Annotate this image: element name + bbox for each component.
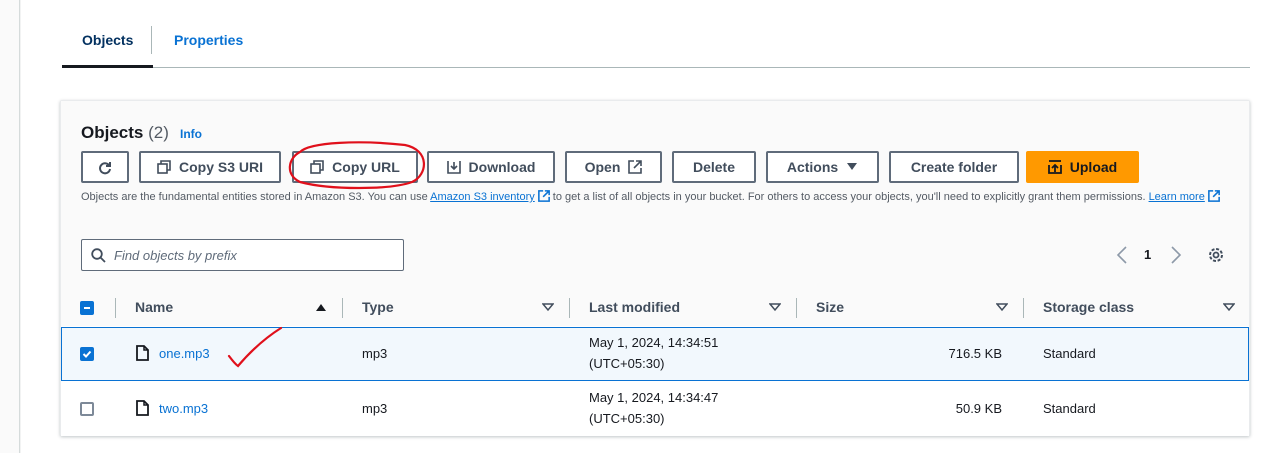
chevron-left-icon	[1116, 246, 1127, 264]
upload-icon	[1047, 160, 1062, 174]
objects-panel: Objects (2) Info Copy S3 URI Copy URL Do…	[60, 100, 1250, 436]
last-modified-timezone: (UTC+05:30)	[589, 411, 665, 426]
refresh-icon	[99, 162, 111, 175]
storage-class: Standard	[1043, 401, 1096, 416]
column-divider	[115, 298, 116, 318]
page-number[interactable]: 1	[1144, 244, 1151, 268]
column-header-size[interactable]: Size	[816, 289, 844, 326]
gear-icon	[1209, 248, 1223, 262]
storage-class: Standard	[1043, 346, 1096, 361]
file-icon	[136, 400, 149, 416]
file-type: mp3	[362, 401, 388, 416]
row-checkbox[interactable]	[80, 402, 94, 416]
search-input[interactable]	[114, 240, 394, 270]
tab-divider	[151, 26, 152, 54]
column-divider	[796, 298, 797, 318]
last-modified-date: May 1, 2024, 14:34:51	[589, 335, 719, 350]
open-label: Open	[584, 159, 621, 175]
indeterminate-icon	[84, 307, 90, 309]
file-size: 716.5 KB	[948, 346, 1003, 361]
copy-icon	[157, 160, 171, 174]
file-name-link[interactable]: two.mp3	[159, 401, 208, 416]
sort-descending-icon[interactable]	[542, 302, 554, 312]
table-row[interactable]: one.mp3 mp3 May 1, 2024, 14:34:51 (UTC+0…	[61, 327, 1249, 381]
tab-objects[interactable]: Objects	[62, 20, 154, 68]
open-button[interactable]: Open	[565, 151, 662, 183]
external-link-icon	[1207, 190, 1220, 202]
external-link-icon	[628, 160, 643, 174]
preferences-button[interactable]	[1207, 244, 1225, 268]
search-icon	[91, 248, 106, 263]
sort-descending-icon[interactable]	[769, 302, 781, 312]
description-text-2: to get a list of all objects in your buc…	[549, 191, 1149, 203]
sort-descending-icon[interactable]	[1223, 302, 1235, 312]
refresh-button[interactable]	[81, 151, 129, 183]
file-name-link[interactable]: one.mp3	[159, 346, 210, 361]
object-count: (2)	[148, 123, 169, 142]
actions-dropdown[interactable]: Actions	[766, 151, 879, 183]
column-divider	[342, 298, 343, 318]
panel-title-text: Objects	[81, 123, 144, 142]
copy-url-label: Copy URL	[332, 159, 400, 175]
file-type: mp3	[362, 346, 388, 361]
column-header-type[interactable]: Type	[362, 289, 394, 326]
download-button[interactable]: Download	[427, 151, 555, 183]
next-page-button[interactable]	[1169, 244, 1183, 268]
objects-description: Objects are the fundamental entities sto…	[81, 189, 1231, 205]
learn-more-link[interactable]: Learn more	[1149, 191, 1205, 203]
sort-descending-icon[interactable]	[996, 302, 1008, 312]
checkmark-icon	[82, 350, 92, 358]
create-folder-button[interactable]: Create folder	[889, 151, 1019, 183]
copy-icon	[310, 160, 324, 174]
column-header-last-modified[interactable]: Last modified	[589, 289, 680, 326]
table-row[interactable]: two.mp3 mp3 May 1, 2024, 14:34:47 (UTC+0…	[61, 382, 1249, 436]
upload-label: Upload	[1069, 159, 1118, 175]
file-icon	[136, 345, 149, 361]
actions-label: Actions	[786, 159, 839, 175]
main-content: Objects Properties Objects (2) Info Copy…	[21, 0, 1264, 453]
file-size: 50.9 KB	[955, 401, 1002, 416]
delete-label: Delete	[692, 159, 736, 175]
select-all-checkbox[interactable]	[80, 301, 94, 315]
upload-button[interactable]: Upload	[1026, 151, 1139, 183]
delete-button[interactable]: Delete	[672, 151, 756, 183]
tab-properties[interactable]: Properties	[154, 20, 263, 68]
download-icon	[446, 161, 461, 174]
column-divider	[569, 298, 570, 318]
last-modified-timezone: (UTC+05:30)	[589, 356, 665, 371]
previous-page-button[interactable]	[1115, 244, 1129, 268]
table-header: Name Type Last modified Size Storage cla…	[61, 289, 1249, 326]
caret-down-icon	[847, 163, 858, 170]
column-header-name[interactable]: Name	[135, 289, 173, 326]
row-checkbox[interactable]	[80, 347, 94, 361]
panel-title: Objects (2)	[81, 123, 169, 143]
tab-bar: Objects Properties	[62, 20, 1250, 68]
create-folder-label: Create folder	[910, 159, 998, 175]
description-text-1: Objects are the fundamental entities sto…	[81, 191, 431, 203]
left-navigation-strip	[0, 0, 20, 453]
last-modified-date: May 1, 2024, 14:34:47	[589, 390, 719, 405]
column-divider	[1023, 298, 1024, 318]
s3-inventory-link[interactable]: Amazon S3 inventory	[430, 191, 535, 203]
download-label: Download	[468, 159, 536, 175]
search-box	[81, 239, 404, 271]
info-link[interactable]: Info	[180, 127, 202, 141]
chevron-right-icon	[1171, 246, 1182, 264]
copy-url-button[interactable]: Copy URL	[292, 151, 418, 183]
copy-s3-uri-label: Copy S3 URI	[178, 159, 263, 175]
column-header-storage-class[interactable]: Storage class	[1043, 289, 1134, 326]
sort-ascending-icon[interactable]	[315, 302, 327, 312]
external-link-icon	[537, 190, 550, 202]
copy-s3-uri-button[interactable]: Copy S3 URI	[139, 151, 281, 183]
